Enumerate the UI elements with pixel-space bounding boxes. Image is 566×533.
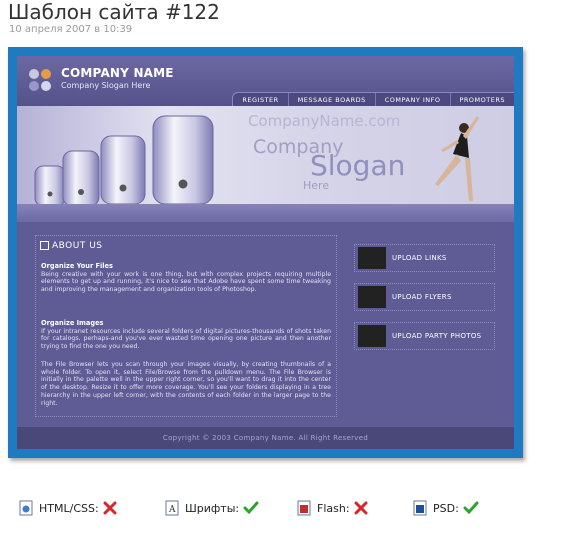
square-icon: [40, 241, 49, 250]
upload-party-photos-thumbnail: [358, 325, 386, 347]
hero-divider: [17, 204, 514, 222]
nav-register[interactable]: REGISTER: [233, 93, 289, 107]
html-file-icon: [19, 500, 33, 516]
check-icon: [243, 501, 259, 515]
hero-watermark: CompanyName.com: [248, 112, 401, 130]
upload-party-photos-item[interactable]: UPLOAD PARTY PHOTOS: [354, 322, 495, 350]
about-section-3: The File Browser lets you scan through y…: [41, 361, 331, 407]
upload-flyers-item[interactable]: UPLOAD FLYERS: [354, 283, 495, 311]
about-title: ABOUT US: [40, 241, 103, 251]
about-section-1: Organize Your Files Being creative with …: [41, 262, 331, 294]
feature-fonts: A Шрифты:: [164, 500, 264, 516]
upload-links-item[interactable]: UPLOAD LINKS: [354, 244, 495, 272]
logo-icon: [29, 69, 55, 93]
nav-promoters[interactable]: PROMOTERS: [451, 93, 515, 107]
hero-here: Here: [303, 179, 330, 192]
font-file-icon: A: [165, 500, 179, 516]
cross-icon: [354, 501, 368, 515]
template-preview[interactable]: COMPANY NAME Company Slogan Here REGISTE…: [8, 47, 523, 458]
upload-links-thumbnail: [358, 247, 386, 269]
feature-psd: PSD:: [412, 500, 484, 516]
svg-text:A: A: [168, 505, 176, 515]
features-row: HTML/CSS: A Шрифты: Flash: PSD:: [18, 500, 558, 518]
about-text-2: If your intranet resources include sever…: [41, 327, 331, 351]
feature-flash: Flash:: [296, 500, 373, 516]
about-text-3: The File Browser lets you scan through y…: [41, 361, 331, 407]
hero-slogan: Slogan: [310, 149, 406, 182]
about-heading-2: Organize Images: [41, 319, 104, 327]
site-body: ABOUT US Organize Your Files Being creat…: [17, 222, 514, 427]
company-name: COMPANY NAME: [61, 66, 174, 80]
nav-message-boards[interactable]: MESSAGE BOARDS: [289, 93, 376, 107]
feature-html-css: HTML/CSS:: [18, 500, 122, 516]
site-header: COMPANY NAME Company Slogan Here REGISTE…: [17, 56, 514, 107]
about-text-1: Being creative with your work is one thi…: [41, 270, 331, 294]
template-site: COMPANY NAME Company Slogan Here REGISTE…: [17, 56, 514, 449]
upload-flyers-thumbnail: [358, 286, 386, 308]
about-section-2: Organize Images If your intranet resourc…: [41, 319, 331, 351]
check-icon: [463, 501, 479, 515]
cross-icon: [103, 501, 117, 515]
site-footer: Copyright © 2003 Company Name. All Right…: [17, 427, 514, 449]
page-title: Шаблон сайта #122: [8, 0, 220, 24]
site-nav: REGISTER MESSAGE BOARDS COMPANY INFO PRO…: [232, 92, 514, 107]
flash-file-icon: [297, 500, 311, 516]
nav-company-info[interactable]: COMPANY INFO: [376, 93, 451, 107]
post-date: 10 апреля 2007 в 10:39: [9, 24, 133, 35]
company-slogan: Company Slogan Here: [61, 81, 151, 90]
dancer-figure: [435, 116, 479, 201]
about-heading-1: Organize Your Files: [41, 262, 113, 270]
psd-file-icon: [413, 500, 427, 516]
